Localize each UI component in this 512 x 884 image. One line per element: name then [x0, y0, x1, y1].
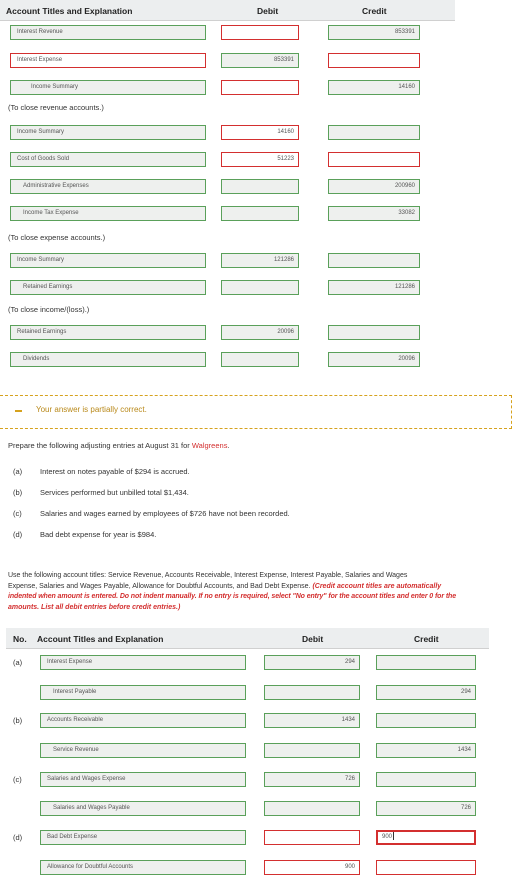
debit-field[interactable] [264, 801, 360, 816]
credit-field[interactable]: 121286 [328, 280, 420, 295]
debit-field[interactable] [221, 206, 299, 221]
credit-field[interactable]: 1434 [376, 743, 476, 758]
debit-field[interactable]: 14160 [221, 125, 299, 140]
account-field[interactable]: Cost of Goods Sold [10, 152, 206, 167]
debit-field[interactable] [221, 179, 299, 194]
item-text: Bad debt expense for year is $984. [40, 530, 157, 539]
header-credit: Credit [362, 6, 387, 16]
account-field[interactable]: Interest Revenue [10, 25, 206, 40]
company-name: Walgreens [191, 441, 228, 450]
entry-label: (d) [13, 833, 23, 842]
header-account-titles: Account Titles and Explanation [37, 634, 164, 644]
debit-field[interactable] [264, 830, 360, 845]
instructions-red: (Credit account titles are automatically [312, 582, 442, 590]
debit-field[interactable] [264, 685, 360, 700]
account-field[interactable]: Retained Earnings [10, 280, 206, 295]
debit-field[interactable]: 121286 [221, 253, 299, 268]
account-field[interactable]: Interest Payable [40, 685, 246, 700]
instructions-line-3: indented when amount is entered. Do not … [8, 593, 457, 600]
instructions-line-2: Expense, Salaries and Wages Payable, All… [8, 582, 508, 593]
credit-field[interactable] [328, 253, 420, 268]
account-field[interactable]: Administrative Expenses [10, 179, 206, 194]
credit-field[interactable]: 33082 [328, 206, 420, 221]
prompt-prefix: Prepare the following adjusting entries … [8, 441, 192, 450]
account-field[interactable]: Income Tax Expense [10, 206, 206, 221]
credit-field[interactable] [376, 860, 476, 875]
credit-field[interactable] [376, 655, 476, 670]
account-field[interactable]: Allowance for Doubtful Accounts [40, 860, 246, 875]
account-field[interactable]: Interest Expense [40, 655, 246, 670]
entry-label: (b) [13, 716, 23, 725]
credit-field[interactable] [376, 713, 476, 728]
header-no: No. [13, 634, 27, 644]
debit-field[interactable] [264, 743, 360, 758]
item-label: (c) [13, 509, 22, 518]
debit-field[interactable]: 51223 [221, 152, 299, 167]
debit-field[interactable] [221, 80, 299, 95]
instructions: Use the following account titles: Servic… [8, 571, 508, 613]
header-debit: Debit [302, 634, 324, 644]
partial-correct-icon [15, 410, 22, 412]
debit-field[interactable]: 853391 [221, 53, 299, 68]
entry-label: (c) [13, 775, 22, 784]
instructions-line-1: Use the following account titles: Servic… [8, 572, 408, 579]
feedback-message: Your answer is partially correct. [36, 405, 147, 414]
header-credit: Credit [414, 634, 439, 644]
credit-field[interactable]: 14160 [328, 80, 420, 95]
feedback-banner: Your answer is partially correct. [0, 395, 512, 429]
credit-field[interactable] [328, 152, 420, 167]
item-label: (a) [13, 467, 23, 476]
credit-field[interactable] [376, 772, 476, 787]
close-revenue-note: (To close revenue accounts.) [8, 103, 104, 112]
credit-field[interactable]: 726 [376, 801, 476, 816]
question-prompt: Prepare the following adjusting entries … [8, 441, 230, 450]
account-field[interactable]: Income Summary [10, 80, 206, 95]
account-field[interactable]: Interest Expense [10, 53, 206, 68]
close-income-note: (To close income/(loss).) [8, 305, 90, 314]
account-field[interactable]: Accounts Receivable [40, 713, 246, 728]
credit-field[interactable] [328, 325, 420, 340]
debit-field[interactable] [221, 280, 299, 295]
account-field[interactable]: Income Summary [10, 125, 206, 140]
close-expense-note: (To close expense accounts.) [8, 233, 106, 242]
instructions-plain: Expense, Salaries and Wages Payable, All… [8, 582, 313, 590]
instructions-line-4: amounts. List all debit entries before c… [8, 603, 181, 611]
debit-field[interactable]: 726 [264, 772, 360, 787]
item-label: (d) [13, 530, 23, 539]
prompt-suffix: . [227, 441, 230, 450]
account-field[interactable]: Bad Debt Expense [40, 830, 246, 845]
header-debit: Debit [257, 6, 279, 16]
debit-field[interactable] [221, 352, 299, 367]
debit-field[interactable]: 1434 [264, 713, 360, 728]
credit-field[interactable]: 20096 [328, 352, 420, 367]
top-table-header: Account Titles and Explanation Debit Cre… [0, 0, 455, 21]
item-text: Interest on notes payable of $294 is acc… [40, 467, 190, 476]
header-account-titles: Account Titles and Explanation [6, 6, 133, 16]
item-text: Salaries and wages earned by employees o… [40, 509, 290, 518]
debit-field[interactable]: 20096 [221, 325, 299, 340]
item-text: Services performed but unbilled total $1… [40, 488, 189, 497]
credit-field[interactable]: 294 [376, 685, 476, 700]
credit-field[interactable]: 853391 [328, 25, 420, 40]
entry-label: (a) [13, 658, 23, 667]
account-field[interactable]: Retained Earnings [10, 325, 206, 340]
debit-field[interactable] [221, 25, 299, 40]
account-field[interactable]: Income Summary [10, 253, 206, 268]
account-field[interactable]: Dividends [10, 352, 206, 367]
credit-value: 900 [382, 834, 393, 840]
credit-field[interactable] [328, 125, 420, 140]
credit-field-active[interactable]: 900 [376, 830, 476, 845]
account-field[interactable]: Salaries and Wages Payable [40, 801, 246, 816]
bottom-table-header: No. Account Titles and Explanation Debit… [6, 628, 489, 649]
account-field[interactable]: Salaries and Wages Expense [40, 772, 246, 787]
item-label: (b) [13, 488, 23, 497]
credit-field[interactable]: 200960 [328, 179, 420, 194]
credit-field[interactable] [328, 53, 420, 68]
debit-field[interactable]: 294 [264, 655, 360, 670]
debit-field[interactable]: 900 [264, 860, 360, 875]
text-cursor [393, 832, 395, 841]
account-field[interactable]: Service Revenue [40, 743, 246, 758]
